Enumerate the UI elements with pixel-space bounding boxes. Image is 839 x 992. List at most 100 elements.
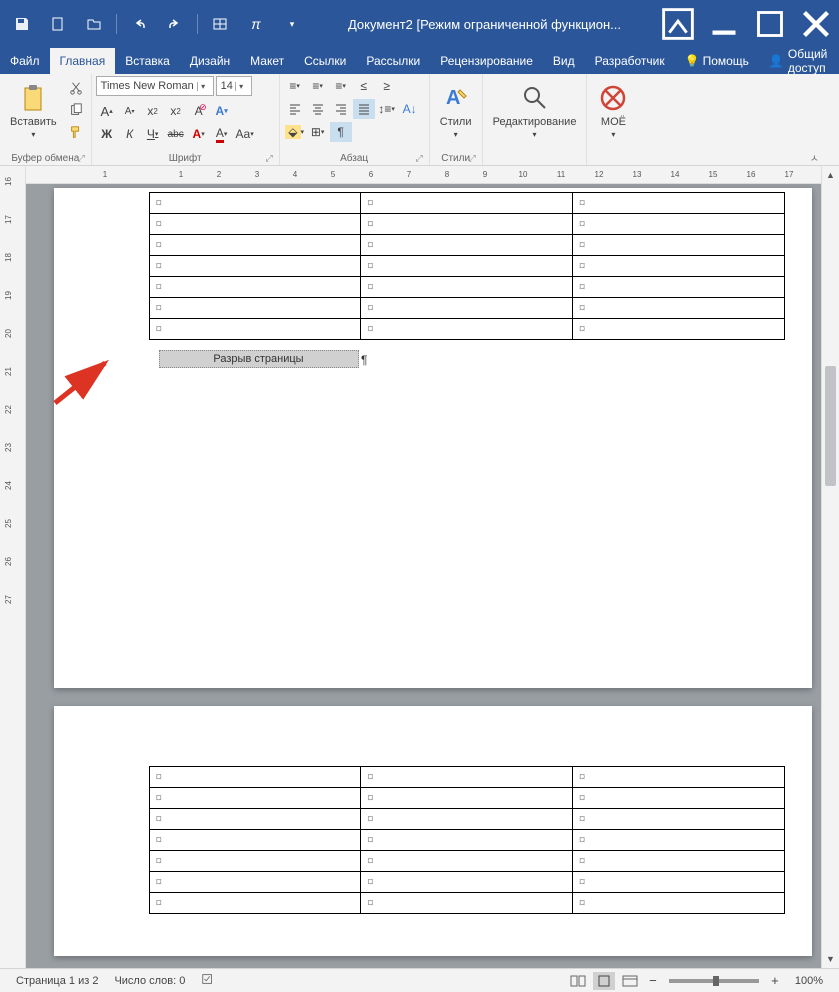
table-cell[interactable]: ¤ bbox=[361, 193, 573, 214]
table-cell[interactable]: ¤ bbox=[572, 298, 784, 319]
tab-layout[interactable]: Макет bbox=[240, 48, 294, 74]
spellcheck-button[interactable] bbox=[193, 972, 223, 989]
scroll-up-button[interactable]: ▲ bbox=[822, 166, 839, 184]
table-cell[interactable]: ¤ bbox=[572, 319, 784, 340]
equation-button[interactable]: π bbox=[238, 0, 274, 48]
table-cell[interactable]: ¤ bbox=[572, 809, 784, 830]
table-cell[interactable]: ¤ bbox=[361, 319, 573, 340]
page-2[interactable]: ¤¤¤¤¤¤¤¤¤¤¤¤¤¤¤¤¤¤¤¤¤ bbox=[54, 706, 812, 956]
styles-button[interactable]: A Стили▾ bbox=[434, 76, 478, 146]
table-cell[interactable]: ¤ bbox=[572, 830, 784, 851]
table-cell[interactable]: ¤ bbox=[149, 830, 361, 851]
table-cell[interactable]: ¤ bbox=[361, 298, 573, 319]
page-break-indicator[interactable]: Разрыв страницы¶ bbox=[159, 350, 359, 368]
align-center-button[interactable] bbox=[307, 99, 329, 119]
horizontal-ruler[interactable]: 11234567891011121314151617 bbox=[26, 166, 839, 184]
table-cell[interactable]: ¤ bbox=[149, 277, 361, 298]
table-cell[interactable]: ¤ bbox=[361, 851, 573, 872]
print-layout-button[interactable] bbox=[593, 972, 615, 990]
table-cell[interactable]: ¤ bbox=[149, 809, 361, 830]
table-cell[interactable]: ¤ bbox=[572, 193, 784, 214]
font-size-combo[interactable]: 14▾ bbox=[216, 76, 252, 96]
table-cell[interactable]: ¤ bbox=[572, 235, 784, 256]
bullets-button[interactable]: ≡▾ bbox=[284, 76, 306, 96]
qat-customize[interactable]: ▾ bbox=[274, 0, 310, 48]
font-name-combo[interactable]: Times New Roman▾ bbox=[96, 76, 214, 96]
decrease-indent-button[interactable]: ≤ bbox=[353, 76, 375, 96]
table-cell[interactable]: ¤ bbox=[572, 851, 784, 872]
table-cell[interactable]: ¤ bbox=[149, 851, 361, 872]
table-cell[interactable]: ¤ bbox=[149, 893, 361, 914]
web-layout-button[interactable] bbox=[619, 972, 641, 990]
dialog-launcher-icon[interactable]: ⤢ bbox=[415, 153, 422, 164]
dialog-launcher-icon[interactable]: ⤢ bbox=[468, 153, 475, 164]
format-painter-button[interactable] bbox=[65, 122, 87, 142]
tab-design[interactable]: Дизайн bbox=[180, 48, 240, 74]
increase-indent-button[interactable]: ≥ bbox=[376, 76, 398, 96]
scroll-down-button[interactable]: ▼ bbox=[822, 950, 839, 968]
zoom-level[interactable]: 100% bbox=[787, 975, 831, 987]
new-doc-button[interactable] bbox=[40, 0, 76, 48]
text-effects-button[interactable]: A▾ bbox=[211, 101, 233, 121]
save-button[interactable] bbox=[4, 0, 40, 48]
tab-mailings[interactable]: Рассылки bbox=[356, 48, 430, 74]
table-cell[interactable]: ¤ bbox=[572, 767, 784, 788]
tab-review[interactable]: Рецензирование bbox=[430, 48, 543, 74]
table-cell[interactable]: ¤ bbox=[149, 319, 361, 340]
underline-button[interactable]: Ч▾ bbox=[142, 124, 164, 144]
shading-button[interactable]: ⬙▾ bbox=[284, 122, 306, 142]
table-cell[interactable]: ¤ bbox=[361, 809, 573, 830]
zoom-in-button[interactable]: + bbox=[767, 973, 783, 988]
tab-home[interactable]: Главная bbox=[50, 48, 116, 74]
table-cell[interactable]: ¤ bbox=[361, 788, 573, 809]
tab-view[interactable]: Вид bbox=[543, 48, 585, 74]
zoom-out-button[interactable]: − bbox=[645, 973, 661, 988]
table-cell[interactable]: ¤ bbox=[572, 788, 784, 809]
align-right-button[interactable] bbox=[330, 99, 352, 119]
tab-developer[interactable]: Разработчик bbox=[585, 48, 675, 74]
maximize-button[interactable] bbox=[747, 0, 793, 48]
minimize-button[interactable] bbox=[701, 0, 747, 48]
table-cell[interactable]: ¤ bbox=[572, 277, 784, 298]
dialog-launcher-icon[interactable]: ⤢ bbox=[265, 153, 272, 164]
strikethrough-button[interactable]: abc bbox=[165, 124, 187, 144]
table-cell[interactable]: ¤ bbox=[572, 256, 784, 277]
table-cell[interactable]: ¤ bbox=[572, 214, 784, 235]
table-cell[interactable]: ¤ bbox=[572, 893, 784, 914]
open-button[interactable] bbox=[76, 0, 112, 48]
share-button[interactable]: 👤Общий доступ bbox=[759, 48, 839, 74]
document-scroll[interactable]: 11234567891011121314151617 ¤¤¤¤¤¤¤¤¤¤¤¤¤… bbox=[26, 166, 839, 968]
sort-button[interactable]: A↓ bbox=[399, 99, 421, 119]
multilevel-button[interactable]: ≡▾ bbox=[330, 76, 352, 96]
editing-button[interactable]: Редактирование▾ bbox=[487, 76, 583, 146]
clear-format-button[interactable]: A⊘ bbox=[188, 101, 210, 121]
vertical-scrollbar[interactable]: ▲ ▼ bbox=[821, 166, 839, 968]
table-cell[interactable]: ¤ bbox=[361, 872, 573, 893]
table-cell[interactable]: ¤ bbox=[361, 214, 573, 235]
tab-help[interactable]: 💡Помощь bbox=[675, 48, 759, 74]
word-count[interactable]: Число слов: 0 bbox=[106, 975, 193, 987]
tab-file[interactable]: Файл bbox=[0, 48, 50, 74]
table-1[interactable]: ¤¤¤¤¤¤¤¤¤¤¤¤¤¤¤¤¤¤¤¤¤ bbox=[149, 192, 785, 340]
subscript-button[interactable]: x2 bbox=[142, 101, 164, 121]
table-cell[interactable]: ¤ bbox=[149, 256, 361, 277]
table-cell[interactable]: ¤ bbox=[149, 872, 361, 893]
font-color-button[interactable]: A▾ bbox=[211, 124, 233, 144]
read-mode-button[interactable] bbox=[567, 972, 589, 990]
table-cell[interactable]: ¤ bbox=[149, 235, 361, 256]
numbering-button[interactable]: ≡▾ bbox=[307, 76, 329, 96]
undo-button[interactable] bbox=[121, 0, 157, 48]
align-left-button[interactable] bbox=[284, 99, 306, 119]
page-status[interactable]: Страница 1 из 2 bbox=[8, 975, 106, 987]
borders-button[interactable]: ⊞▾ bbox=[307, 122, 329, 142]
redo-button[interactable] bbox=[157, 0, 193, 48]
copy-button[interactable] bbox=[65, 100, 87, 120]
highlight-button[interactable]: A▾ bbox=[188, 124, 210, 144]
show-marks-button[interactable]: ¶ bbox=[330, 122, 352, 142]
table-cell[interactable]: ¤ bbox=[361, 767, 573, 788]
grow-font-button[interactable]: A▴ bbox=[96, 101, 118, 121]
table-cell[interactable]: ¤ bbox=[572, 872, 784, 893]
table-cell[interactable]: ¤ bbox=[149, 298, 361, 319]
dialog-launcher-icon[interactable]: ⤢ bbox=[77, 153, 84, 164]
table-cell[interactable]: ¤ bbox=[361, 830, 573, 851]
